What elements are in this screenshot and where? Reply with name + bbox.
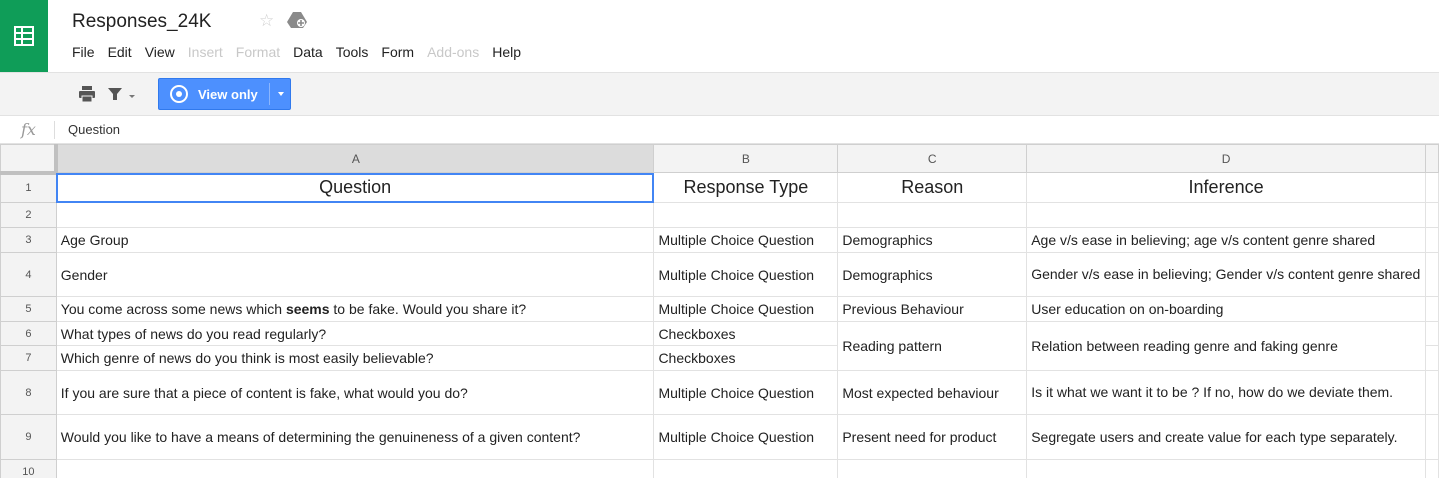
fx-icon: fx <box>21 120 36 139</box>
row-header[interactable]: 10 <box>0 459 57 478</box>
cell-d6[interactable]: Relation between reading genre and fakin… <box>1026 321 1426 371</box>
cell-b8[interactable]: Multiple Choice Question <box>653 370 839 415</box>
view-only-label: View only <box>198 86 258 102</box>
cell-d8[interactable]: Is it what we want it to be ? If no, how… <box>1026 370 1426 415</box>
view-only-button[interactable]: View only <box>158 78 291 110</box>
cell-c1[interactable]: Reason <box>837 172 1028 203</box>
cell-a4[interactable]: Gender <box>55 252 655 297</box>
menu-form[interactable]: Form <box>381 44 414 60</box>
menu-help[interactable]: Help <box>492 44 521 60</box>
cell-a5-text-end: to be fake. Would you share it? <box>329 301 527 317</box>
cell-c5[interactable]: Previous Behaviour <box>837 296 1028 322</box>
cell-a8[interactable]: If you are sure that a piece of content … <box>55 370 655 415</box>
column-header-b[interactable]: B <box>653 144 839 173</box>
cell-d1[interactable]: Inference <box>1026 172 1426 203</box>
cell-d4[interactable]: Gender v/s ease in believing; Gender v/s… <box>1026 252 1426 297</box>
menu-data[interactable]: Data <box>293 44 323 60</box>
cell-b4[interactable]: Multiple Choice Question <box>653 252 839 297</box>
menu-format: Format <box>235 44 281 60</box>
cell-a1[interactable]: Question <box>55 172 655 203</box>
cell-a10[interactable] <box>55 459 655 478</box>
cell-c8[interactable]: Most expected behaviour <box>837 370 1028 415</box>
row-header[interactable]: 4 <box>0 252 57 297</box>
column-header-d[interactable]: D <box>1026 144 1426 173</box>
row-header[interactable]: 6 <box>0 321 57 346</box>
cell-e3[interactable] <box>1424 227 1439 253</box>
cell-b1[interactable]: Response Type <box>653 172 839 203</box>
menu-insert: Insert <box>187 44 223 60</box>
menu-file[interactable]: File <box>72 44 95 60</box>
star-outline-icon[interactable]: ☆ <box>259 11 274 31</box>
select-all-corner[interactable] <box>0 144 59 175</box>
menu-tools[interactable]: Tools <box>336 44 369 60</box>
cell-c9[interactable]: Present need for product <box>837 414 1028 460</box>
cell-a7[interactable]: Which genre of news do you think is most… <box>55 345 655 371</box>
button-divider <box>269 83 270 105</box>
cell-a3[interactable]: Age Group <box>55 227 655 253</box>
row-header[interactable]: 8 <box>0 370 57 415</box>
menu-bar: File Edit View Insert Format Data Tools … <box>72 44 534 60</box>
cell-a6[interactable]: What types of news do you read regularly… <box>55 321 655 346</box>
cell-b3[interactable]: Multiple Choice Question <box>653 227 839 253</box>
cell-e1[interactable] <box>1424 172 1439 203</box>
cell-b9[interactable]: Multiple Choice Question <box>653 414 839 460</box>
document-title[interactable]: Responses_24K <box>72 11 211 33</box>
row-header[interactable]: 1 <box>0 172 57 203</box>
cell-b7[interactable]: Checkboxes <box>653 345 839 371</box>
app-header: Responses_24K ☆ File Edit View Insert Fo… <box>0 0 1439 72</box>
column-header-c[interactable]: C <box>837 144 1028 173</box>
cell-e7[interactable] <box>1424 345 1439 371</box>
cell-c10[interactable] <box>837 459 1028 478</box>
cell-c3[interactable]: Demographics <box>837 227 1028 253</box>
cell-e9[interactable] <box>1424 414 1439 460</box>
cell-a5-text: You come across some news which <box>60 301 286 317</box>
cell-d10[interactable] <box>1026 459 1426 478</box>
row-header[interactable]: 7 <box>0 345 57 371</box>
cell-c6[interactable]: Reading pattern <box>837 321 1028 371</box>
cell-d5[interactable]: User education on on-boarding <box>1026 296 1426 322</box>
column-header-e[interactable] <box>1424 144 1439 173</box>
cell-c4[interactable]: Demographics <box>837 252 1028 297</box>
spreadsheet-grid: A B C D 1 Question Response Type Reason … <box>0 144 1439 478</box>
formula-bar: fx Question <box>0 116 1439 144</box>
cell-b2[interactable] <box>653 202 839 228</box>
formula-divider <box>54 121 55 139</box>
row-header[interactable]: 9 <box>0 414 57 460</box>
menu-view[interactable]: View <box>145 44 175 60</box>
cell-a5-bold: seems <box>285 301 330 317</box>
sheets-logo-icon[interactable] <box>0 0 48 72</box>
toolbar: View only <box>0 72 1439 116</box>
eye-icon <box>170 85 188 103</box>
cell-e5[interactable] <box>1424 296 1439 322</box>
sheet-table: A B C D 1 Question Response Type Reason … <box>0 144 1439 478</box>
cell-e2[interactable] <box>1424 202 1439 228</box>
cell-e8[interactable] <box>1424 370 1439 415</box>
row-header[interactable]: 3 <box>0 227 57 253</box>
cell-e10[interactable] <box>1424 459 1439 478</box>
cell-d2[interactable] <box>1026 202 1426 228</box>
formula-input[interactable]: Question <box>68 122 120 137</box>
cell-a5[interactable]: You come across some news which seems to… <box>55 296 655 322</box>
column-header-a[interactable]: A <box>55 144 655 173</box>
row-header[interactable]: 2 <box>0 202 57 228</box>
cell-b5[interactable]: Multiple Choice Question <box>653 296 839 322</box>
cell-d3[interactable]: Age v/s ease in believing; age v/s conte… <box>1026 227 1426 253</box>
cell-e4[interactable] <box>1424 252 1439 297</box>
cell-a9[interactable]: Would you like to have a means of determ… <box>55 414 655 460</box>
print-icon[interactable] <box>77 84 97 104</box>
shared-drive-icon[interactable] <box>287 12 307 33</box>
cell-e6[interactable] <box>1424 321 1439 346</box>
cell-b6[interactable]: Checkboxes <box>653 321 839 346</box>
cell-d9[interactable]: Segregate users and create value for eac… <box>1026 414 1426 460</box>
cell-b10[interactable] <box>653 459 839 478</box>
chevron-down-icon[interactable] <box>278 92 284 96</box>
filter-icon[interactable] <box>105 84 141 104</box>
menu-edit[interactable]: Edit <box>108 44 132 60</box>
cell-a2[interactable] <box>55 202 655 228</box>
menu-add-ons: Add-ons <box>427 44 480 60</box>
cell-c2[interactable] <box>837 202 1028 228</box>
row-header[interactable]: 5 <box>0 296 57 322</box>
